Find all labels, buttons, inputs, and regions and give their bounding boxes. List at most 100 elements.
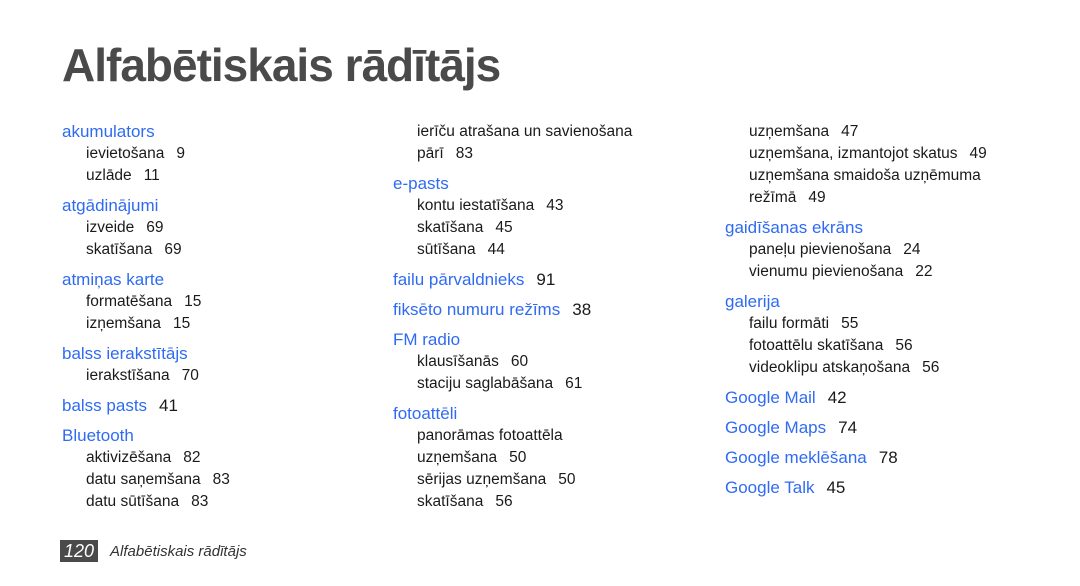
index-term[interactable]: akumulators	[62, 121, 362, 143]
index-subentry[interactable]: staciju saglabāšana 61	[393, 373, 693, 395]
index-column-2: ierīču atrašana un savienošana pārī 83 e-pa…	[393, 121, 693, 521]
subentry-label: kontu iestatīšana	[417, 197, 535, 214]
index-subentry[interactable]: fotoattēlu skatīšana 56	[725, 335, 1045, 357]
index-subentry[interactable]: failu formāti 55	[725, 313, 1045, 335]
index-term-label: akumulators	[62, 122, 155, 141]
subentry-label: klausīšanās	[417, 353, 499, 370]
page-reference: 70	[181, 367, 199, 384]
page-reference: 45	[826, 478, 846, 497]
subentry-label: staciju saglabāšana	[417, 375, 554, 392]
page-title: Alfabētiskais rādītājs	[62, 39, 501, 91]
index-subentry[interactable]: uzņemšana, izmantojot skatus 49	[725, 143, 1045, 165]
index-term[interactable]: Google Mail 42	[725, 387, 1045, 409]
page-reference: 44	[487, 241, 505, 258]
index-entry: akumulators ievietošana 9 uzlāde 11	[62, 121, 362, 187]
index-term[interactable]: Google Maps 74	[725, 417, 1045, 439]
index-entry: uzņemšana 47 uzņemšana, izmantojot skatus 4…	[725, 121, 1045, 209]
page-reference: 69	[146, 219, 164, 236]
subentry-label: failu formāti	[749, 315, 830, 332]
index-term[interactable]: balss ierakstītājs	[62, 343, 362, 365]
subentry-label: uzņemšana	[749, 123, 830, 140]
index-subentry[interactable]: vienumu pievienošana 22	[725, 261, 1045, 283]
page-reference: 61	[565, 375, 583, 392]
index-term[interactable]: fiksēto numuru režīms 38	[393, 299, 693, 321]
index-term[interactable]: gaidīšanas ekrāns	[725, 217, 1045, 239]
index-term[interactable]: atmiņas karte	[62, 269, 362, 291]
index-term[interactable]: failu pārvaldnieks 91	[393, 269, 693, 291]
index-term[interactable]: atgādinājumi	[62, 195, 362, 217]
page-reference: 74	[838, 418, 858, 437]
subentry-label: uzņemšana, izmantojot skatus	[749, 145, 958, 162]
index-subentry[interactable]: ierakstīšana 70	[62, 365, 362, 387]
index-subentry[interactable]: uzlāde 11	[62, 165, 362, 187]
index-subentry[interactable]: ievietošana 9	[62, 143, 362, 165]
index-entry: Google Mail 42	[725, 387, 1045, 409]
index-subentry[interactable]: aktivizēšana 82	[62, 447, 362, 469]
index-entry: e-pasts kontu iestatīšana 43 skatīšana 45 sūt…	[393, 173, 693, 261]
index-subentry[interactable]: izveide 69	[62, 217, 362, 239]
index-subentry[interactable]: paneļu pievienošana 24	[725, 239, 1045, 261]
page-reference: 11	[143, 167, 160, 184]
subentry-label: ierakstīšana	[86, 367, 170, 384]
page-reference: 56	[495, 493, 513, 510]
index-term[interactable]: balss pasts 41	[62, 395, 362, 417]
index-subentry[interactable]: skatīšana 45	[393, 217, 693, 239]
index-entry: Bluetooth aktivizēšana 82 datu saņemšana 83 d…	[62, 425, 362, 513]
index-term[interactable]: Bluetooth	[62, 425, 362, 447]
subentry-label: pārī	[417, 145, 444, 162]
index-term[interactable]: fotoattēli	[393, 403, 693, 425]
index-subentry[interactable]: datu saņemšana 83	[62, 469, 362, 491]
index-subentry[interactable]: izņemšana 15	[62, 313, 362, 335]
index-term-label: fotoattēli	[393, 404, 458, 423]
index-subentry[interactable]: klausīšanās 60	[393, 351, 693, 373]
index-subentry[interactable]: ierīču atrašana un savienošana	[393, 121, 693, 143]
index-subentry[interactable]: režīmā 49	[725, 187, 1045, 209]
index-term-label: gaidīšanas ekrāns	[725, 218, 863, 237]
page-reference: 22	[915, 263, 933, 280]
index-term-label: Google Maps	[725, 418, 827, 437]
subentry-label: izveide	[86, 219, 135, 236]
index-term[interactable]: galerija	[725, 291, 1045, 313]
page-reference: 38	[572, 300, 592, 319]
index-subentry[interactable]: formatēšana 15	[62, 291, 362, 313]
index-subentry[interactable]: sērijas uzņemšana 50	[393, 469, 693, 491]
index-entry: ierīču atrašana un savienošana pārī 83	[393, 121, 693, 165]
index-term-label: Google Mail	[725, 388, 816, 407]
page-reference: 42	[827, 388, 847, 407]
index-subentry[interactable]: sūtīšana 44	[393, 239, 693, 261]
page-reference: 78	[878, 448, 898, 467]
index-subentry[interactable]: panorāmas fotoattēla	[393, 425, 693, 447]
index-term[interactable]: Google meklēšana 78	[725, 447, 1045, 469]
index-subentry[interactable]: uzņemšana 47	[725, 121, 1045, 143]
subentry-label: uzņemšana smaidoša uzņēmuma	[749, 167, 981, 184]
index-term-label: Google Talk	[725, 478, 815, 497]
index-subentry[interactable]: pārī 83	[393, 143, 693, 165]
subentry-label: skatīšana	[417, 493, 484, 510]
index-subentry[interactable]: uzņemšana smaidoša uzņēmuma	[725, 165, 1045, 187]
subentry-label: panorāmas fotoattēla	[417, 427, 563, 444]
index-subentry[interactable]: datu sūtīšana 83	[62, 491, 362, 513]
page-reference: 45	[495, 219, 513, 236]
subentry-label: režīmā	[749, 189, 797, 206]
index-term[interactable]: FM radio	[393, 329, 693, 351]
index-subentry[interactable]: videoklipu atskaņošana 56	[725, 357, 1045, 379]
index-subentry[interactable]: skatīšana 69	[62, 239, 362, 261]
page-reference: 47	[841, 123, 859, 140]
page-reference: 41	[159, 396, 178, 415]
page-reference: 83	[212, 471, 230, 488]
index-subentry[interactable]: skatīšana 56	[393, 491, 693, 513]
index-subentry[interactable]: kontu iestatīšana 43	[393, 195, 693, 217]
page-reference: 82	[183, 449, 201, 466]
subentry-label: ievietošana	[86, 145, 165, 162]
index-entry: FM radio klausīšanās 60 staciju saglabāšana…	[393, 329, 693, 395]
index-term[interactable]: e-pasts	[393, 173, 693, 195]
index-term-label: fiksēto numuru režīms	[393, 300, 561, 319]
page-reference: 50	[509, 449, 527, 466]
index-term[interactable]: Google Talk 45	[725, 477, 1045, 499]
index-column-1: akumulators ievietošana 9 uzlāde 11 atgādināj…	[62, 121, 362, 521]
page-reference: 24	[903, 241, 921, 258]
subentry-label: formatēšana	[86, 293, 173, 310]
index-subentry[interactable]: uzņemšana 50	[393, 447, 693, 469]
subentry-label: sūtīšana	[417, 241, 476, 258]
page-reference: 83	[455, 145, 473, 162]
